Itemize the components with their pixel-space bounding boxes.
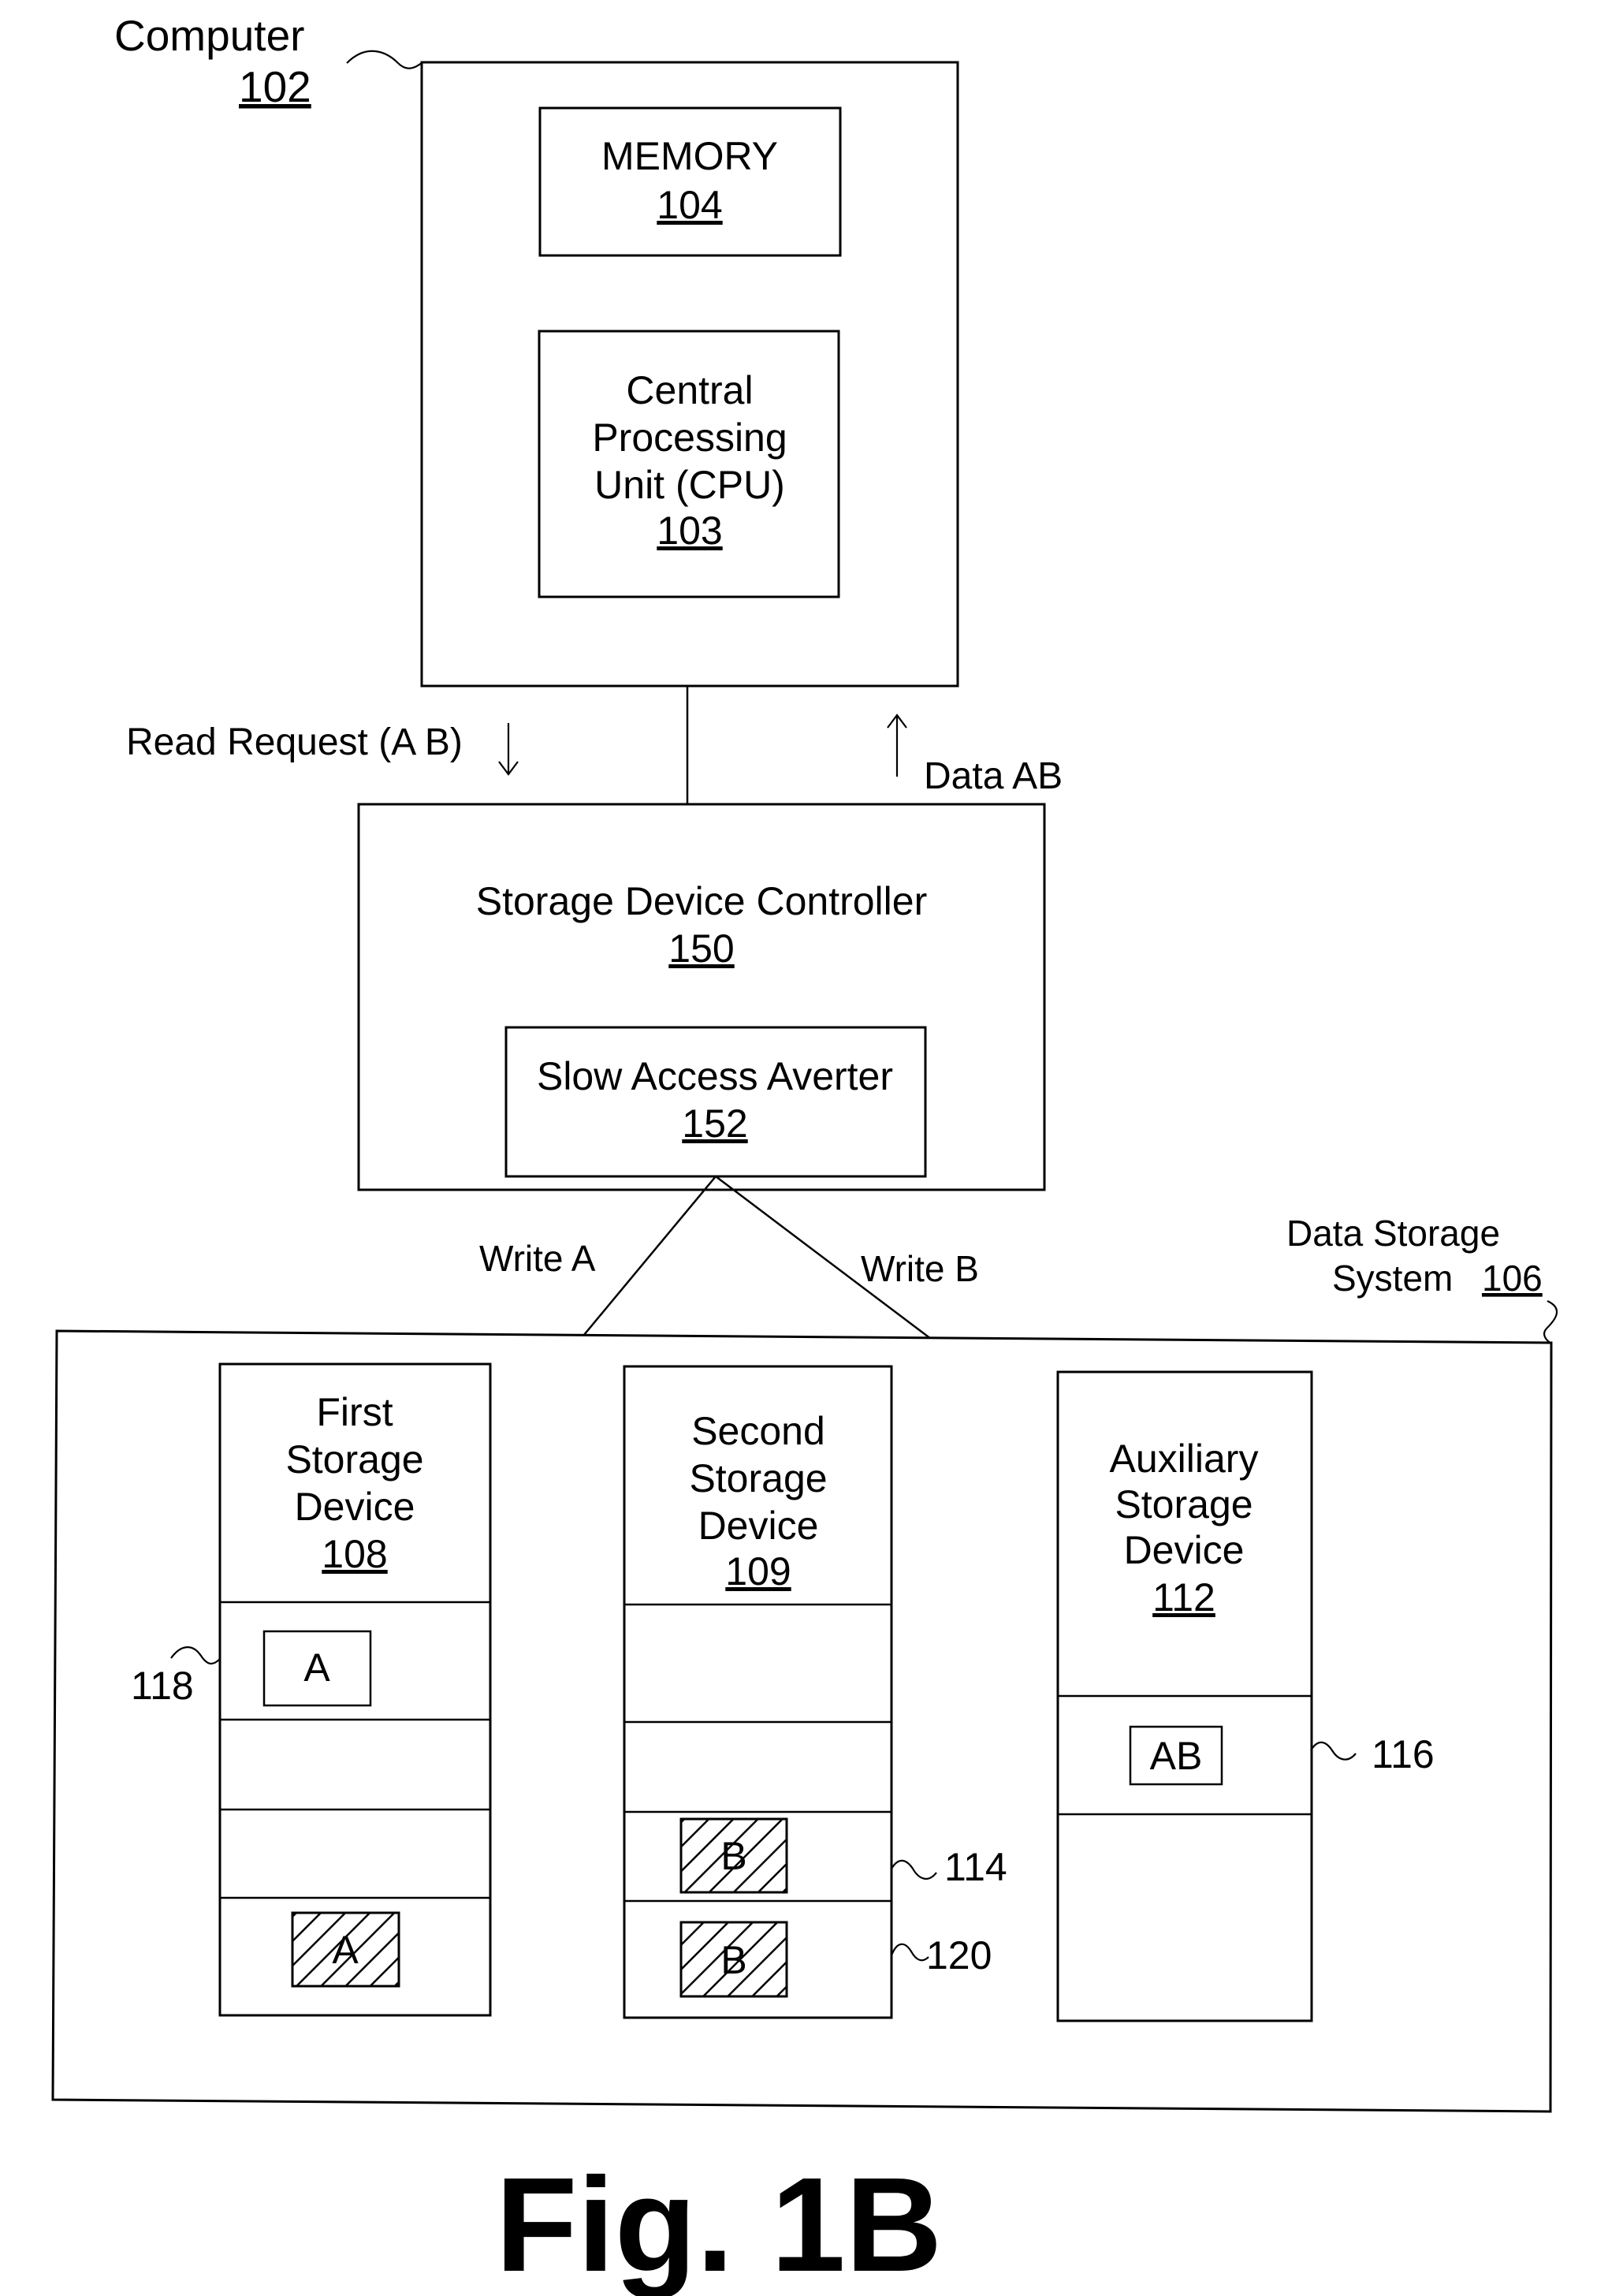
dss-leader-line bbox=[1543, 1299, 1558, 1344]
second-device-label-line-2: Storage bbox=[689, 1456, 827, 1500]
aux-device-ref: 112 bbox=[1152, 1575, 1215, 1620]
memory-ref: 104 bbox=[657, 183, 722, 227]
aux-device-label-line-1: Auxiliary bbox=[1110, 1437, 1259, 1481]
aux-device-label-line-2: Storage bbox=[1115, 1482, 1253, 1526]
controller-ref: 150 bbox=[668, 926, 734, 971]
computer-label: Computer bbox=[114, 11, 304, 60]
first-device-label-line-1: First bbox=[316, 1390, 393, 1434]
memory-box bbox=[538, 106, 842, 257]
computer-leader-line bbox=[346, 50, 423, 69]
aux-device-label-line-3: Device bbox=[1124, 1528, 1245, 1572]
cpu-label-line-3: Unit (CPU) bbox=[594, 463, 785, 507]
first-device-ref: 108 bbox=[322, 1532, 387, 1576]
computer-ref: 102 bbox=[239, 62, 311, 111]
up-arrow-icon bbox=[887, 714, 907, 777]
write-a-label: Write A bbox=[479, 1238, 596, 1279]
write-b-label: Write B bbox=[861, 1248, 979, 1289]
cpu-label-line-2: Processing bbox=[592, 416, 787, 460]
second-device-label-line-1: Second bbox=[691, 1409, 825, 1453]
data-block-a-label: A bbox=[303, 1646, 330, 1690]
cpu-block: Central Processing Unit (CPU) 103 bbox=[538, 330, 840, 598]
callout-116: 116 bbox=[1372, 1732, 1435, 1776]
first-device-label-line-3: Device bbox=[295, 1485, 415, 1529]
controller-block: Storage Device Controller 150 Slow Acces… bbox=[357, 803, 1046, 1191]
averter-label: Slow Access Averter bbox=[537, 1054, 893, 1098]
averter-block: Slow Access Averter 152 bbox=[504, 1026, 927, 1178]
second-device-ref: 109 bbox=[725, 1549, 791, 1593]
dss-label-line-2: System bbox=[1332, 1258, 1453, 1299]
hatched-block-b-1-label: B bbox=[720, 1834, 746, 1878]
cpu-label-line-1: Central bbox=[626, 368, 753, 412]
data-block-ab-label: AB bbox=[1150, 1734, 1203, 1778]
memory-block: MEMORY 104 bbox=[538, 106, 842, 257]
patent-figure: Computer 102 MEMORY 104 Central Processi… bbox=[51, 11, 1558, 2296]
callout-120: 120 bbox=[926, 1933, 992, 1977]
second-device-label-line-3: Device bbox=[698, 1504, 819, 1548]
hatched-block-b-2-label: B bbox=[720, 1938, 746, 1982]
read-request-label: Read Request (A B) bbox=[126, 721, 463, 763]
first-device-label-line-2: Storage bbox=[285, 1437, 423, 1482]
controller-label: Storage Device Controller bbox=[476, 879, 928, 923]
callout-114: 114 bbox=[944, 1845, 1007, 1889]
dss-label-line-1: Data Storage bbox=[1286, 1213, 1500, 1254]
figure-caption: Fig. 1B bbox=[496, 2150, 943, 2296]
memory-label: MEMORY bbox=[601, 134, 778, 178]
computer-block: Computer 102 MEMORY 104 Central Processi… bbox=[114, 11, 959, 688]
averter-ref: 152 bbox=[682, 1101, 747, 1146]
down-arrow-icon bbox=[498, 723, 519, 776]
cpu-ref: 103 bbox=[657, 509, 722, 553]
hatched-block-a-label: A bbox=[332, 1928, 359, 1972]
data-return-label: Data AB bbox=[924, 755, 1063, 797]
dss-ref: 106 bbox=[1482, 1258, 1543, 1299]
data-storage-system: Data Storage System 106 First Storage De… bbox=[51, 1213, 1558, 2113]
callout-118: 118 bbox=[131, 1664, 194, 1708]
